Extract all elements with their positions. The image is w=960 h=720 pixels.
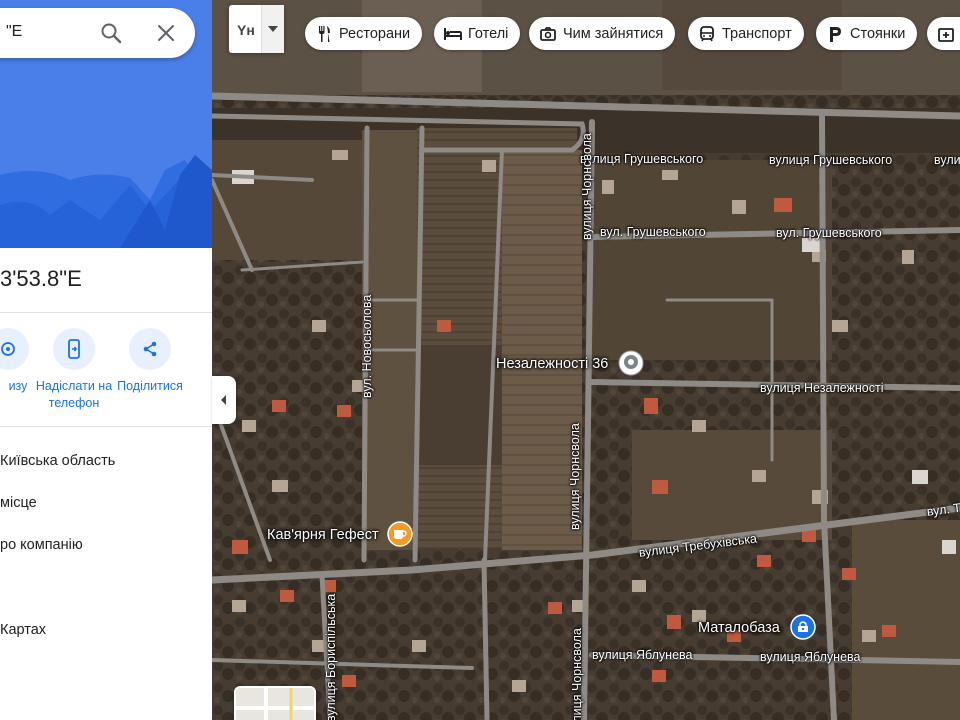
collapse-panel-button[interactable] bbox=[212, 376, 236, 424]
place-label-cafe[interactable]: Кав'ярня Гефест bbox=[267, 527, 379, 543]
divider bbox=[0, 312, 212, 313]
chip-label: Стоянки bbox=[850, 25, 906, 42]
search-box[interactable]: "E bbox=[0, 8, 195, 58]
street-label: вулиця Чорнсвола bbox=[580, 133, 594, 240]
info-row-address[interactable]: Київська область bbox=[0, 453, 115, 469]
share-button[interactable]: Поділитися bbox=[108, 328, 192, 395]
satellite-map[interactable]: вулиця Грушевського вулиця Грушевського … bbox=[212, 0, 960, 720]
divider bbox=[0, 426, 212, 427]
location-pin-icon[interactable] bbox=[618, 350, 644, 383]
maps-window: вулиця Грушевського вулиця Грушевського … bbox=[0, 0, 960, 720]
street-label: вулиця Чорнсвола bbox=[568, 423, 582, 530]
street-label: вулиця Незалежності bbox=[760, 381, 884, 395]
place-label-matalobaza[interactable]: Маталобаза bbox=[698, 620, 780, 636]
close-icon[interactable] bbox=[154, 21, 178, 45]
chip-label: Готелі bbox=[468, 25, 509, 42]
nearby-icon bbox=[0, 328, 29, 370]
info-row-save[interactable]: місце bbox=[0, 495, 37, 511]
street-label: вулиця Яблунева bbox=[760, 650, 861, 664]
layers-thumbnail[interactable] bbox=[234, 686, 316, 720]
street-label: вул. Грушевського bbox=[776, 226, 882, 240]
chip-parking[interactable]: Стоянки bbox=[816, 17, 918, 50]
send-to-phone-icon bbox=[53, 328, 95, 370]
place-panel: "E 3'53.8"E изу Надіслати на телефон Под… bbox=[0, 0, 212, 720]
restaurant-icon bbox=[315, 25, 333, 43]
chip-things-to-do[interactable]: Чим зайнятися bbox=[529, 17, 676, 50]
chevron-down-icon[interactable] bbox=[261, 5, 284, 53]
send-to-phone-button[interactable]: Надіслати на телефон bbox=[32, 328, 116, 412]
hotel-icon bbox=[444, 25, 462, 43]
action-label: Поділитися bbox=[117, 379, 183, 393]
chip-pharmacy[interactable]: А bbox=[927, 17, 960, 50]
chip-hotels[interactable]: Готелі bbox=[434, 17, 521, 50]
info-row-maps[interactable]: Картах bbox=[0, 622, 46, 638]
place-label-nezalezhnosti[interactable]: Незалежності 36 bbox=[496, 356, 608, 372]
chip-transit[interactable]: Транспорт bbox=[688, 17, 804, 50]
info-row-business[interactable]: ро компанію bbox=[0, 537, 83, 553]
input-tools-button[interactable]: Yн bbox=[229, 5, 284, 53]
street-label: вулиця Грушевського bbox=[580, 152, 704, 166]
transit-icon bbox=[698, 25, 716, 43]
search-input[interactable]: "E bbox=[6, 23, 22, 41]
place-title-coordinates: 3'53.8"E bbox=[0, 266, 82, 291]
chip-label: Чим зайнятися bbox=[563, 25, 664, 42]
store-icon[interactable] bbox=[790, 614, 816, 645]
street-label: вулиця Грушевського bbox=[769, 153, 893, 167]
pharmacy-icon bbox=[937, 25, 955, 43]
street-label: вулиця Чорнсвола bbox=[570, 628, 584, 720]
parking-icon bbox=[826, 25, 844, 43]
action-label: Надіслати на телефон bbox=[35, 379, 113, 410]
street-label: вулиця Яблунева bbox=[592, 648, 693, 662]
search-icon[interactable] bbox=[99, 21, 123, 45]
street-label: вулиця Бориспільська bbox=[324, 593, 338, 720]
street-label: вули bbox=[934, 153, 960, 167]
chip-label: Ресторани bbox=[339, 25, 411, 42]
camera-icon bbox=[539, 25, 557, 43]
chip-label: Транспорт bbox=[722, 25, 792, 42]
street-label: вул. Новосьолова bbox=[360, 294, 374, 398]
share-icon bbox=[129, 328, 171, 370]
language-label: Yн bbox=[237, 22, 255, 38]
chevron-left-icon bbox=[221, 395, 226, 405]
cafe-icon[interactable] bbox=[387, 521, 413, 552]
street-label: вул. Грушевського bbox=[600, 225, 706, 239]
chip-restaurants[interactable]: Ресторани bbox=[305, 17, 423, 50]
